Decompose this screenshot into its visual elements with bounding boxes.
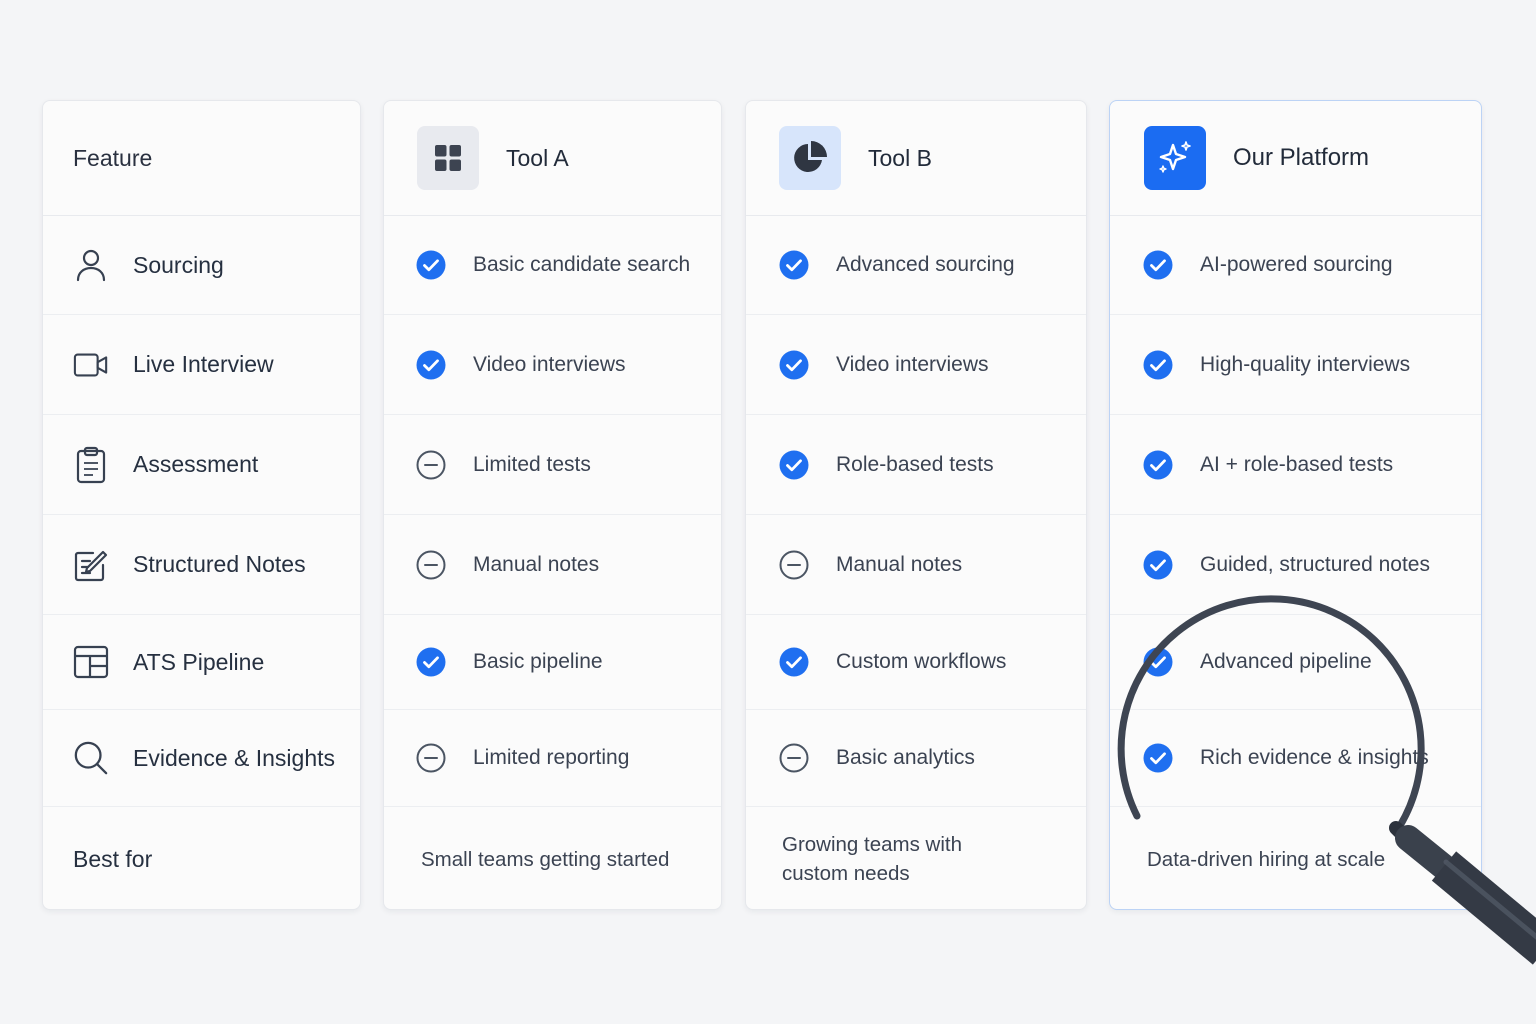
cell-text: Guided, structured notes — [1200, 552, 1430, 576]
comparison-cell: Role-based tests — [746, 415, 1086, 515]
best-for-text: Data-driven hiring at scale — [1147, 847, 1386, 871]
cell-text: Limited tests — [473, 452, 591, 476]
comparison-cell: Basic candidate search — [384, 216, 721, 315]
edit-note-icon — [73, 547, 109, 583]
check-circle-icon — [779, 450, 809, 480]
comparison-cell: Guided, structured notes — [1110, 515, 1481, 615]
our-platform-header: Our Platform — [1110, 101, 1481, 216]
cell-text: Basic analytics — [836, 746, 975, 769]
cell-text: Basic pipeline — [473, 650, 603, 673]
feature-label: Assessment — [133, 451, 259, 477]
check-circle-icon — [416, 647, 446, 677]
comparison-cell: Video interviews — [746, 315, 1086, 415]
video-camera-icon — [73, 347, 109, 383]
cell-text: Advanced sourcing — [836, 253, 1015, 276]
check-circle-icon — [779, 350, 809, 380]
comparison-cell: Limited tests — [384, 415, 721, 515]
cell-text: Manual notes — [473, 552, 600, 576]
comparison-cell: Manual notes — [746, 515, 1086, 615]
feature-label: Live Interview — [133, 351, 274, 377]
cell-text: Limited reporting — [473, 746, 630, 769]
minus-circle-icon — [779, 550, 809, 580]
cell-text: AI-powered sourcing — [1200, 253, 1393, 276]
check-circle-icon — [1143, 250, 1173, 280]
cell-text: AI + role-based tests — [1200, 452, 1394, 476]
best-for-cell: Small teams getting started — [384, 807, 721, 909]
feature-label: Sourcing — [133, 251, 224, 278]
cell-text: Basic candidate search — [473, 253, 691, 276]
cell-text: Role-based tests — [836, 452, 994, 476]
tool-name: Tool A — [506, 144, 569, 171]
clipboard-icon — [73, 446, 109, 483]
comparison-cell: Manual notes — [384, 515, 721, 615]
tool-a-column: Tool A Basic candidate search Video inter… — [383, 100, 722, 910]
comparison-cell: Advanced sourcing — [746, 216, 1086, 315]
feature-row-ats-pipeline: ATS Pipeline — [43, 615, 360, 710]
feature-row-assessment: Assessment — [43, 415, 360, 515]
feature-row-sourcing: Sourcing — [43, 216, 360, 315]
comparison-cell: Advanced pipeline — [1110, 615, 1481, 710]
minus-circle-icon — [779, 743, 809, 773]
feature-row-live-interview: Live Interview — [43, 315, 360, 415]
tool-a-header: Tool A — [384, 101, 721, 216]
minus-circle-icon — [416, 550, 446, 580]
comparison-cell: Limited reporting — [384, 710, 721, 807]
check-circle-icon — [416, 350, 446, 380]
feature-label: Structured Notes — [133, 551, 306, 577]
pie-chart-icon — [779, 126, 841, 190]
tool-b-column: Tool B Advanced sourcing Video interviews… — [745, 100, 1087, 910]
cell-text: Advanced pipeline — [1200, 650, 1372, 673]
minus-circle-icon — [416, 743, 446, 773]
feature-header-label: Feature — [73, 144, 153, 171]
feature-header: Feature — [43, 101, 360, 216]
comparison-cell: Basic analytics — [746, 710, 1086, 807]
check-circle-icon — [1143, 647, 1173, 677]
best-for-text: Small teams getting started — [421, 847, 670, 871]
comparison-cell: AI-powered sourcing — [1110, 216, 1481, 315]
tool-b-header: Tool B — [746, 101, 1086, 216]
check-circle-icon — [1143, 350, 1173, 380]
person-icon — [73, 247, 109, 283]
pipeline-board-icon — [73, 644, 109, 680]
feature-row-evidence-insights: Evidence & Insights — [43, 710, 360, 807]
cell-text: Video interviews — [473, 352, 626, 376]
comparison-cell: High-quality interviews — [1110, 315, 1481, 415]
comparison-cell: Video interviews — [384, 315, 721, 415]
tool-name: Tool B — [868, 144, 932, 171]
feature-label: ATS Pipeline — [133, 648, 265, 675]
cell-text: High-quality interviews — [1200, 352, 1411, 376]
best-for-cell: Data-driven hiring at scale — [1110, 807, 1481, 909]
cell-text: Video interviews — [836, 352, 989, 376]
check-circle-icon — [1143, 550, 1173, 580]
feature-row-structured-notes: Structured Notes — [43, 515, 360, 615]
best-for-cell: Growing teams with custom needs — [746, 807, 1086, 909]
search-icon — [73, 740, 109, 776]
comparison-cell: Custom workflows — [746, 615, 1086, 710]
comparison-cell: AI + role-based tests — [1110, 415, 1481, 515]
check-circle-icon — [779, 250, 809, 280]
minus-circle-icon — [416, 450, 446, 480]
our-platform-column: Our Platform AI-powered sourcing High-qua… — [1109, 100, 1482, 910]
feature-label: Evidence & Insights — [133, 744, 336, 771]
grid-icon — [417, 126, 479, 190]
check-circle-icon — [1143, 450, 1173, 480]
best-for-label: Best for — [73, 845, 153, 872]
check-circle-icon — [416, 250, 446, 280]
feature-column: Feature Sourcing Live Interview Assessme… — [42, 100, 361, 910]
tool-name: Our Platform — [1233, 144, 1370, 171]
check-circle-icon — [779, 647, 809, 677]
comparison-cell: Rich evidence & insights — [1110, 710, 1481, 807]
cell-text: Manual notes — [836, 552, 963, 576]
cell-text: Rich evidence & insights — [1200, 746, 1429, 769]
sparkle-icon — [1144, 126, 1206, 190]
comparison-cell: Basic pipeline — [384, 615, 721, 710]
feature-row-best-for: Best for — [43, 807, 360, 909]
check-circle-icon — [1143, 743, 1173, 773]
best-for-text: Growing teams with custom needs — [782, 833, 963, 885]
cell-text: Custom workflows — [836, 650, 1007, 673]
